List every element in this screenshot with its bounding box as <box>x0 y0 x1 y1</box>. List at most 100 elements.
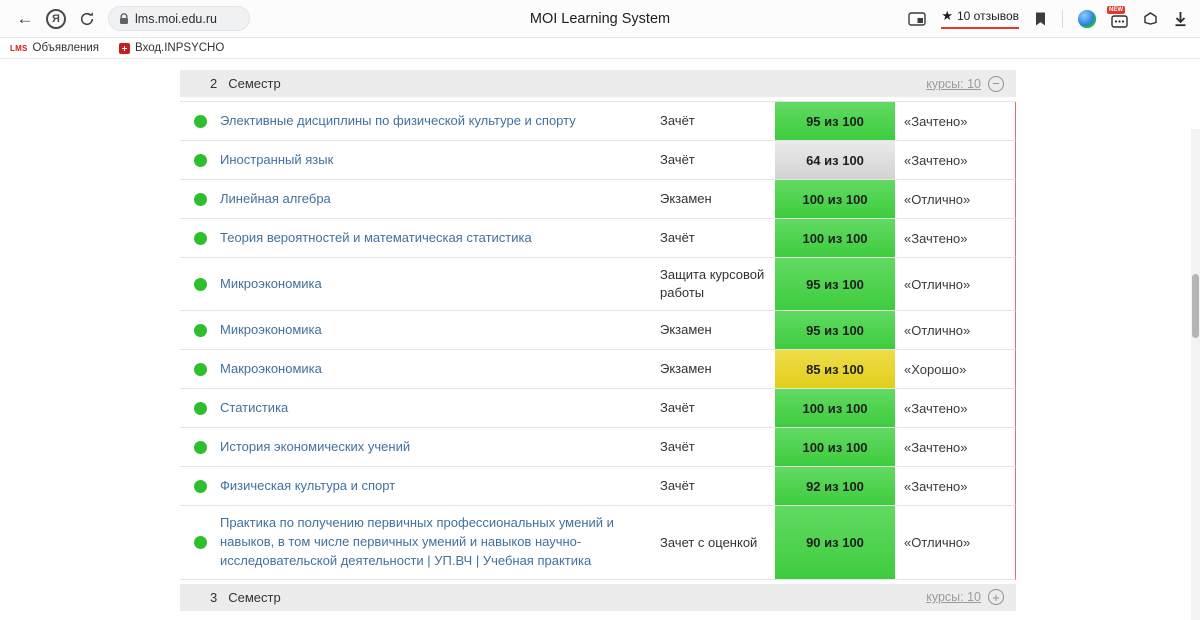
score-badge: 95 из 100 <box>775 311 895 349</box>
status-dot-icon <box>194 402 207 415</box>
scrollbar-track[interactable] <box>1191 129 1200 620</box>
status-cell <box>180 180 220 218</box>
refresh-icon <box>79 11 95 27</box>
score-badge: 92 из 100 <box>775 467 895 505</box>
assessment-type-cell: Зачет с оценкой <box>650 506 775 579</box>
grade-cell: «Зачтено» <box>895 141 1015 179</box>
collapse-semester-button[interactable]: − <box>988 76 1004 92</box>
status-dot-icon <box>194 324 207 337</box>
course-name-cell: Иностранный язык <box>220 141 650 179</box>
yandex-logo-icon[interactable]: Я <box>46 9 66 29</box>
status-cell <box>180 311 220 349</box>
grade-cell: «Зачтено» <box>895 389 1015 427</box>
bookmark-icon <box>1034 11 1047 27</box>
back-button[interactable]: ← <box>12 6 38 32</box>
grade-cell: «Зачтено» <box>895 467 1015 505</box>
downloads-icon <box>1173 11 1188 27</box>
course-name-cell: Практика по получению первичных професси… <box>220 506 650 579</box>
downloads-button[interactable] <box>1173 11 1188 27</box>
status-dot-icon <box>194 115 207 128</box>
course-name-cell: Макроэкономика <box>220 350 650 388</box>
status-cell <box>180 102 220 140</box>
course-link[interactable]: Практика по получению первичных професси… <box>220 514 638 571</box>
course-name-cell: Элективные дисциплины по физической куль… <box>220 102 650 140</box>
course-row: Иностранный язык Зачёт 64 из 100 «Зачтен… <box>180 141 1016 180</box>
refresh-button[interactable] <box>74 6 100 32</box>
assessment-type-cell: Экзамен <box>650 350 775 388</box>
status-cell <box>180 467 220 505</box>
lock-icon <box>119 13 129 25</box>
reviews-rating[interactable]: ★ 10 отзывов <box>941 8 1019 29</box>
address-bar[interactable]: lms.moi.edu.ru <box>108 6 250 31</box>
course-name-cell: Физическая культура и спорт <box>220 467 650 505</box>
new-feature-button[interactable]: NEW <box>1111 10 1128 28</box>
assessment-type-cell: Зачёт <box>650 389 775 427</box>
status-cell <box>180 350 220 388</box>
page-content: 2 Семестр курсы: 10 − Элективные дисципл… <box>0 70 1200 620</box>
scrollbar-thumb[interactable] <box>1192 274 1199 338</box>
collections-icon <box>1143 11 1158 26</box>
bookmark-item-announcements[interactable]: LMS Объявления <box>10 42 99 54</box>
status-dot-icon <box>194 154 207 167</box>
browser-toolbar: ← Я lms.moi.edu.ru MOI Learning System ★… <box>0 0 1200 38</box>
course-name-cell: Статистика <box>220 389 650 427</box>
course-link[interactable]: Физическая культура и спорт <box>220 477 395 496</box>
score-badge: 90 из 100 <box>775 506 895 579</box>
grade-cell: «Отлично» <box>895 506 1015 579</box>
course-row: Линейная алгебра Экзамен 100 из 100 «Отл… <box>180 180 1016 219</box>
course-name-cell: История экономических учений <box>220 428 650 466</box>
collections-button[interactable] <box>1143 11 1158 26</box>
course-link[interactable]: Элективные дисциплины по физической куль… <box>220 112 576 131</box>
course-row: Физическая культура и спорт Зачёт 92 из … <box>180 467 1016 506</box>
status-dot-icon <box>194 363 207 376</box>
score-badge: 85 из 100 <box>775 350 895 388</box>
status-cell <box>180 141 220 179</box>
status-dot-icon <box>194 193 207 206</box>
course-link[interactable]: Линейная алгебра <box>220 190 331 209</box>
course-name-cell: Микроэкономика <box>220 311 650 349</box>
score-badge: 95 из 100 <box>775 258 895 310</box>
course-row: Макроэкономика Экзамен 85 из 100 «Хорошо… <box>180 350 1016 389</box>
assessment-type-cell: Зачёт <box>650 219 775 257</box>
semester-header-3: 3 Семестр курсы: 10 + <box>180 584 1016 611</box>
course-link[interactable]: Микроэкономика <box>220 321 322 340</box>
course-link[interactable]: Микроэкономика <box>220 275 322 294</box>
course-link[interactable]: Статистика <box>220 399 288 418</box>
grade-cell: «Зачтено» <box>895 102 1015 140</box>
course-link[interactable]: Иностранный язык <box>220 151 333 170</box>
grade-cell: «Отлично» <box>895 258 1015 310</box>
inpsycho-favicon <box>119 43 130 54</box>
status-dot-icon <box>194 480 207 493</box>
status-cell <box>180 428 220 466</box>
assessment-type-cell: Экзамен <box>650 311 775 349</box>
bookmark-item-inpsycho[interactable]: Вход.INPSYCHO <box>119 42 224 54</box>
course-name-cell: Микроэкономика <box>220 258 650 310</box>
status-cell <box>180 219 220 257</box>
expand-semester-button[interactable]: + <box>988 589 1004 605</box>
courses-count-link[interactable]: курсы: 10 <box>926 590 981 604</box>
lms-favicon: LMS <box>10 44 28 53</box>
course-link[interactable]: История экономических учений <box>220 438 410 457</box>
bookmark-label: Объявления <box>33 42 100 54</box>
semester-name: Семестр <box>228 590 280 605</box>
grade-cell: «Хорошо» <box>895 350 1015 388</box>
grade-cell: «Зачтено» <box>895 219 1015 257</box>
status-dot-icon <box>194 232 207 245</box>
course-row: Элективные дисциплины по физической куль… <box>180 102 1016 141</box>
course-link[interactable]: Теория вероятностей и математическая ста… <box>220 229 532 248</box>
semester-name: Семестр <box>228 76 280 91</box>
tab-panel-button[interactable] <box>908 12 926 26</box>
browser-logo-icon[interactable] <box>1078 10 1096 28</box>
bookmark-button[interactable] <box>1034 11 1047 27</box>
course-row: Микроэкономика Защита курсовой работы 95… <box>180 258 1016 311</box>
score-badge: 100 из 100 <box>775 389 895 427</box>
toolbar-right-icons: ★ 10 отзывов NEW <box>908 8 1188 29</box>
grade-cell: «Отлично» <box>895 180 1015 218</box>
semester-header-2: 2 Семестр курсы: 10 − <box>180 70 1016 97</box>
status-cell <box>180 389 220 427</box>
course-link[interactable]: Макроэкономика <box>220 360 322 379</box>
score-badge: 64 из 100 <box>775 141 895 179</box>
assessment-type-cell: Зачёт <box>650 467 775 505</box>
course-name-cell: Теория вероятностей и математическая ста… <box>220 219 650 257</box>
courses-count-link[interactable]: курсы: 10 <box>926 77 981 91</box>
